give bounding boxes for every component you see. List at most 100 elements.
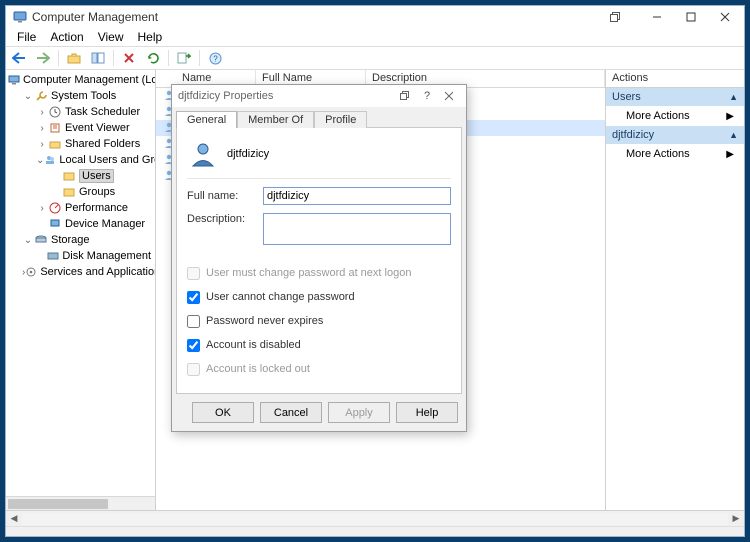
bottom-scrollbar[interactable]: ◀ ▶ [6,510,744,526]
refresh-icon[interactable] [142,48,164,68]
actions-section-users[interactable]: Users ▲ [606,88,744,106]
checkbox-cannot-change-password[interactable]: User cannot change password [187,289,451,305]
actions-item-label: More Actions [626,110,690,122]
dialog-close-icon[interactable] [438,87,460,105]
delete-icon[interactable] [118,48,140,68]
tree-shared-folders[interactable]: › Shared Folders [36,136,155,152]
tree-disk-management[interactable]: Disk Management [36,248,155,264]
restore-down-extra-icon[interactable] [598,7,632,27]
tree-root[interactable]: Computer Management (Local [8,72,155,88]
expand-icon[interactable]: › [36,203,48,214]
tree-label: System Tools [51,90,116,102]
checkbox-input[interactable] [187,339,200,352]
device-icon [48,217,62,231]
checkbox-input [187,267,200,280]
checkbox-account-disabled[interactable]: Account is disabled [187,337,451,353]
collapse-icon[interactable]: ⌄ [22,235,34,246]
tree-users[interactable]: Users [50,168,155,184]
close-button[interactable] [708,7,742,27]
tree-groups[interactable]: Groups [50,184,155,200]
expand-icon[interactable]: › [36,139,48,150]
full-name-field[interactable] [263,187,451,205]
shared-folder-icon [48,137,62,151]
menu-help[interactable]: Help [131,29,170,45]
tab-profile[interactable]: Profile [314,111,367,128]
status-bar [6,526,744,536]
collapse-icon[interactable]: ⌄ [22,91,34,102]
toolbar: ? [6,46,744,70]
tools-icon [34,89,48,103]
tree-performance[interactable]: › Performance [36,200,155,216]
maximize-button[interactable] [674,7,708,27]
checkbox-input[interactable] [187,291,200,304]
tree-horizontal-scrollbar[interactable] [6,496,155,510]
tab-general[interactable]: General [176,111,237,128]
checkbox-password-never-expires[interactable]: Password never expires [187,313,451,329]
checkbox-label: User cannot change password [206,291,355,303]
tree-pane: Computer Management (Local ⌄ System Tool… [6,70,156,510]
back-arrow-icon[interactable] [8,48,30,68]
tree-label: Users [79,169,114,183]
actions-more-selected[interactable]: More Actions ▶ [606,144,744,164]
tree-system-tools[interactable]: ⌄ System Tools [22,88,155,104]
scroll-left-icon[interactable]: ◀ [6,512,22,526]
tree-label: Storage [51,234,90,246]
description-field[interactable] [263,213,451,245]
show-hide-tree-icon[interactable] [87,48,109,68]
actions-more-users[interactable]: More Actions ▶ [606,106,744,126]
tree-label: Local Users and Groups [59,154,155,166]
tree-label: Services and Applications [40,266,155,278]
tree-label: Event Viewer [65,122,130,134]
tree-event-viewer[interactable]: › Event Viewer [36,120,155,136]
disk-icon [47,249,60,263]
apply-button[interactable]: Apply [328,402,390,423]
checkbox-input[interactable] [187,315,200,328]
tree-label: Performance [65,202,128,214]
collapse-triangle-icon: ▲ [729,130,738,140]
full-name-label: Full name: [187,190,257,202]
menu-action[interactable]: Action [43,29,90,45]
restore-down-icon[interactable] [394,87,416,105]
actions-section-selected-user[interactable]: djtfdizicy ▲ [606,126,744,144]
event-icon [48,121,62,135]
menu-file[interactable]: File [10,29,43,45]
tree-services-apps[interactable]: ›Services and Applications [22,264,155,280]
actions-item-label: More Actions [626,148,690,160]
scroll-right-icon[interactable]: ▶ [728,512,744,526]
tree-local-users-groups[interactable]: ⌄ Local Users and Groups [36,152,155,168]
export-list-icon[interactable] [173,48,195,68]
help-button[interactable]: Help [396,402,458,423]
tree-task-scheduler[interactable]: › Task Scheduler [36,104,155,120]
services-icon [25,265,37,279]
tree-root-label: Computer Management (Local [23,74,155,86]
minimize-button[interactable] [640,7,674,27]
help-icon[interactable]: ? [204,48,226,68]
dialog-username: djtfdizicy [227,148,269,160]
dialog-help-icon[interactable]: ? [416,87,438,105]
computer-management-icon [12,9,28,25]
tab-member-of[interactable]: Member Of [237,111,314,128]
expand-icon[interactable]: › [36,123,48,134]
title-bar: Computer Management [6,6,744,28]
ok-button[interactable]: OK [192,402,254,423]
tree-label: Groups [79,186,115,198]
performance-icon [48,201,62,215]
tree-storage[interactable]: ⌄ Storage [22,232,155,248]
svg-text:?: ? [213,54,218,63]
storage-icon [34,233,48,247]
collapse-icon[interactable]: ⌄ [36,155,44,166]
actions-pane: Actions Users ▲ More Actions ▶ djtfdizic… [606,70,744,510]
tree-label: Task Scheduler [65,106,140,118]
tree-device-manager[interactable]: Device Manager [36,216,155,232]
cancel-button[interactable]: Cancel [260,402,322,423]
expand-icon[interactable]: › [36,107,48,118]
folder-icon [62,185,76,199]
actions-section-label: Users [612,91,641,103]
dialog-button-row: OK Cancel Apply Help [172,394,466,431]
tree-label: Shared Folders [65,138,140,150]
up-level-icon[interactable] [63,48,85,68]
navigation-tree[interactable]: Computer Management (Local ⌄ System Tool… [6,70,155,496]
menu-view[interactable]: View [91,29,131,45]
tab-page-general: djtfdizicy Full name: Description: User … [176,127,462,394]
forward-arrow-icon[interactable] [32,48,54,68]
